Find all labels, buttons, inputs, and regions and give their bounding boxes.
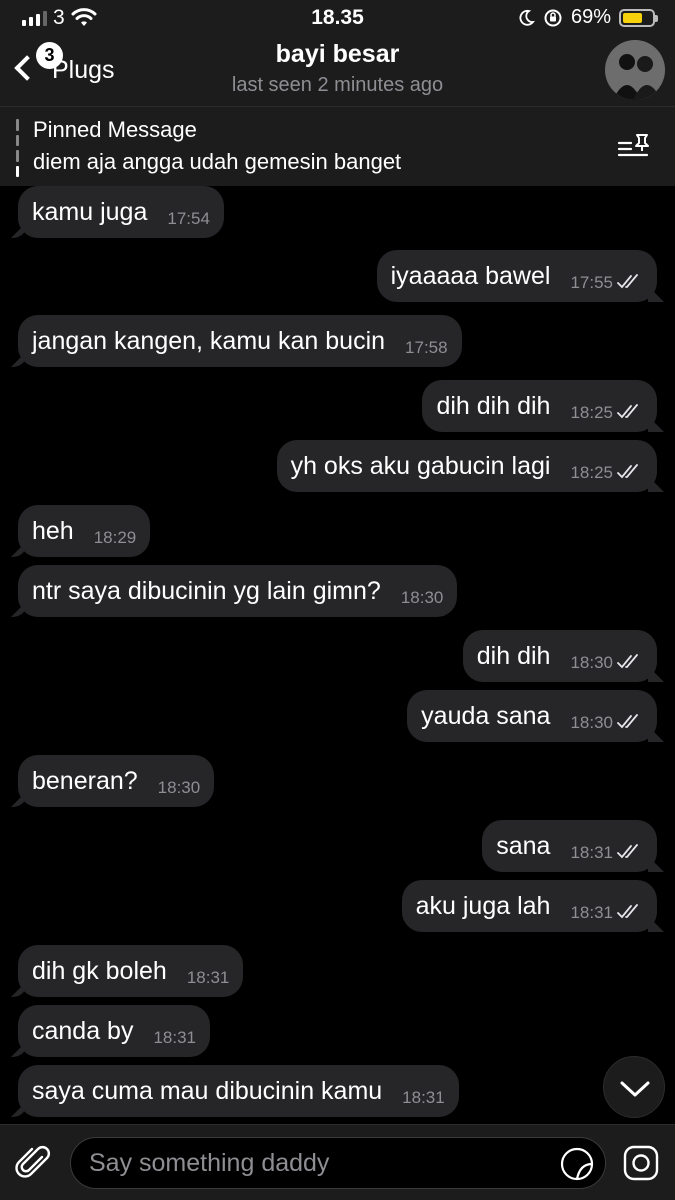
chat-title[interactable]: bayi besar	[0, 40, 675, 69]
camera-icon[interactable]	[621, 1143, 661, 1183]
message-text: dih dih dih	[436, 391, 551, 420]
pinned-indicator	[16, 119, 19, 177]
scroll-down-button[interactable]	[603, 1056, 665, 1118]
sticker-icon[interactable]	[559, 1146, 595, 1182]
read-checkmark-icon	[617, 844, 638, 859]
read-checkmark-icon	[617, 274, 638, 289]
pinned-text: diem aja angga udah gemesin banget	[33, 149, 402, 174]
message-text: kamu juga	[32, 197, 148, 226]
outgoing-message[interactable]: aku juga lah 18:31	[401, 880, 657, 932]
avatar[interactable]	[605, 40, 665, 100]
outgoing-message[interactable]: dih dih dih 18:25	[422, 380, 657, 432]
message-text: dih gk boleh	[32, 956, 167, 985]
message-time: 17:58	[405, 338, 448, 357]
moon-icon	[519, 9, 535, 26]
last-seen-status: last seen 2 minutes ago	[231, 74, 444, 96]
message-time: 18:30	[157, 778, 201, 797]
composer-bar	[0, 1124, 675, 1200]
message-time: 18:31	[402, 1088, 445, 1107]
read-checkmark-icon	[617, 714, 638, 729]
message-text: sana	[496, 831, 551, 860]
status-right: 69%	[517, 6, 658, 29]
pinned-title: Pinned Message	[33, 117, 197, 142]
message-time: 18:25	[570, 403, 613, 422]
message-text: aku juga lah	[415, 891, 551, 920]
message-list[interactable]: kamu juga 17:54 iyaaaaa bawel 17:55 jangan k…	[0, 186, 675, 1124]
avatar-photo	[605, 40, 665, 100]
message-text: yauda sana	[421, 701, 551, 730]
message-time: 17:55	[570, 273, 613, 292]
message-time: 18:25	[570, 463, 613, 482]
message-time: 18:30	[400, 588, 444, 607]
read-checkmark-icon	[617, 654, 638, 669]
message-text: ntr saya dibucinin yg lain gimn?	[32, 576, 381, 605]
battery-icon	[619, 8, 658, 27]
read-checkmark-icon	[617, 904, 638, 919]
incoming-message[interactable]: dih gk boleh 18:31	[18, 945, 244, 997]
read-checkmark-icon	[617, 404, 638, 419]
message-text: beneran?	[32, 766, 138, 795]
status-bar: 3 18.35 69%	[0, 0, 675, 34]
incoming-message[interactable]: saya cuma mau dibucinin kamu 18:31	[18, 1065, 459, 1117]
battery-fill	[623, 12, 643, 23]
message-text: canda by	[32, 1016, 134, 1045]
outgoing-message[interactable]: iyaaaaa bawel 17:55	[376, 250, 657, 302]
message-text: jangan kangen, kamu kan bucin	[32, 326, 386, 355]
message-time: 18:31	[570, 903, 613, 922]
pinned-message[interactable]: Pinned Message diem aja angga udah gemes…	[0, 106, 675, 186]
outgoing-message[interactable]: sana 18:31	[482, 820, 657, 872]
message-text: yh oks aku gabucin lagi	[290, 451, 551, 480]
message-time: 18:30	[570, 653, 613, 672]
outgoing-message[interactable]: yauda sana 18:30	[407, 690, 657, 742]
message-text: saya cuma mau dibucinin kamu	[32, 1076, 383, 1105]
chevron-down-icon	[620, 1081, 650, 1097]
message-text: heh	[32, 516, 74, 545]
pinned-list-icon[interactable]	[617, 131, 653, 163]
read-checkmark-icon	[617, 464, 638, 479]
incoming-message[interactable]: jangan kangen, kamu kan bucin 17:58	[18, 315, 462, 367]
message-text: dih dih	[476, 641, 551, 670]
rotation-lock-icon	[544, 9, 562, 26]
message-time: 17:54	[167, 209, 210, 228]
message-time: 18:31	[153, 1028, 197, 1047]
incoming-message[interactable]: ntr saya dibucinin yg lain gimn? 18:30	[18, 565, 458, 617]
message-text: iyaaaaa bawel	[390, 261, 551, 290]
paperclip-icon[interactable]	[14, 1143, 54, 1183]
incoming-message[interactable]: heh 18:29	[18, 505, 151, 557]
message-input[interactable]	[89, 1138, 529, 1188]
battery-percent: 69%	[570, 6, 611, 28]
incoming-message[interactable]: canda by 18:31	[18, 1005, 211, 1057]
message-time: 18:31	[570, 843, 613, 862]
incoming-message[interactable]: beneran? 18:30	[18, 755, 215, 807]
incoming-message[interactable]: kamu juga 17:54	[18, 186, 224, 238]
outgoing-message[interactable]: yh oks aku gabucin lagi 18:25	[276, 440, 657, 492]
outgoing-message[interactable]: dih dih 18:30	[462, 630, 657, 682]
message-time: 18:30	[570, 713, 613, 732]
message-time: 18:29	[93, 528, 137, 547]
chat-header: 3 Plugs bayi besar last seen 2 minutes a…	[0, 34, 675, 106]
message-field	[70, 1137, 606, 1189]
message-time: 18:31	[186, 968, 230, 987]
